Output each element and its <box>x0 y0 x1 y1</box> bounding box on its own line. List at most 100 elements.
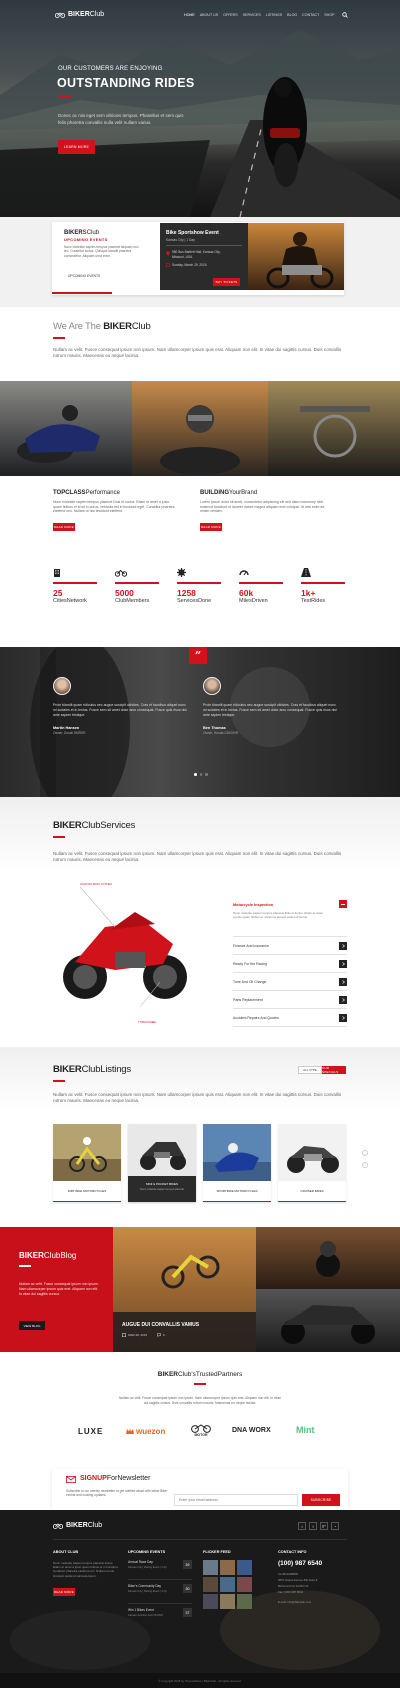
footer-bottom-bar: © Copyright 2015 by ThemeWinter | BikerC… <box>0 1673 400 1688</box>
nav-shop[interactable]: SHOP <box>324 13 334 17</box>
minus-icon <box>341 903 345 905</box>
blog-view-button[interactable]: VIEW BLOG <box>19 1321 45 1330</box>
nav-contact[interactable]: CONTACT <box>302 13 319 17</box>
services-title: BIKERClubServices <box>53 820 135 831</box>
event-card-addr1: 980 Bus Bartlett Hall, Kansas City, <box>172 250 221 254</box>
listing-card-featured[interactable]: MINI & POCKET BIKES Nunc molestie sapien… <box>128 1124 196 1202</box>
flickr-grid <box>203 1560 252 1609</box>
listing-label: SPORTBIKE MOTORCYCLES <box>216 1189 258 1193</box>
blog-post-comments: 6 <box>163 1333 165 1337</box>
facebook-icon[interactable]: f <box>309 1522 317 1530</box>
twitter-icon[interactable]: t <box>298 1522 306 1530</box>
feature-2-read-more-button[interactable]: READ MORE <box>200 523 222 532</box>
footer-event-item[interactable]: Annual Race Day Kansas City | Racing Eve… <box>128 1560 192 1580</box>
accordion-toggle-button[interactable] <box>339 1014 347 1022</box>
listing-card[interactable]: CRUISER BIKES <box>278 1124 346 1202</box>
search-icon[interactable] <box>342 12 348 18</box>
accordion-item[interactable]: Ready For the Racing <box>233 955 347 973</box>
nav-services[interactable]: SERVICES <box>243 13 261 17</box>
feature-1-text: Nunc molestie sapien tempus placerat Dui… <box>53 500 175 514</box>
blog-post-image-2 <box>256 1227 400 1289</box>
listings-tabs: ALL TYPE OUR SPECIALS <box>298 1066 346 1074</box>
event-rider-image <box>248 223 344 290</box>
accordion-active-item[interactable]: Motorcycle Inspection Nunc molestie sapi… <box>233 900 347 937</box>
nav-home[interactable]: HOME <box>184 13 195 17</box>
accordion-item[interactable]: Tune And Oil Change <box>233 973 347 991</box>
stat-services-num: 1258 <box>177 588 196 598</box>
pager-dot[interactable] <box>199 773 202 776</box>
building-icon <box>54 569 60 577</box>
about-title-pre: We Are The <box>53 321 104 332</box>
footer-logo[interactable]: BIKERClub <box>53 1522 102 1529</box>
crown-icon <box>126 1428 134 1434</box>
bike-logo-icon <box>55 12 65 18</box>
events-subtitle: UPCOMING EVENTS <box>64 237 108 242</box>
footer-flickr-title: FLICKER FEED <box>203 1550 231 1554</box>
listing-card[interactable]: SPORTBIKE MOTORCYCLES <box>203 1124 271 1202</box>
accordion-toggle-button[interactable] <box>339 996 347 1004</box>
partner-logo-dnaworx[interactable]: DNA WORX <box>232 1427 271 1434</box>
testimonial-1-name: Martin Hansen <box>53 726 80 730</box>
accordion-item[interactable]: Accident Repairs And Quotes <box>233 1009 347 1027</box>
footer-email[interactable]: E-mail: info@bikeclub.com <box>278 1600 348 1604</box>
about-gallery <box>0 381 400 476</box>
event-card-addr2: Missouri, USA <box>172 255 193 259</box>
footer-contact: CONTACT INFO (100) 987 6540 CLUB HARBOR … <box>278 1550 348 1604</box>
listings-prev-button[interactable] <box>362 1150 368 1156</box>
gear-icon <box>177 568 186 577</box>
footer-event-item[interactable]: Win 1 Bikes Event Kansas Junction April … <box>128 1608 192 1628</box>
events-link[interactable]: UPCOMING EVENTS <box>68 274 100 278</box>
footer-read-more-button[interactable]: READ MORE <box>53 1587 75 1596</box>
services-text: Nullam ac velit. Fusce consequat ipsum n… <box>53 851 342 862</box>
feature-1-light: Performance <box>85 490 120 496</box>
feature-1-read-more-button[interactable]: READ MORE <box>53 523 75 532</box>
tab-all-type[interactable]: ALL TYPE <box>298 1066 322 1074</box>
nav-listings[interactable]: LISTINGS <box>266 13 282 17</box>
footer-phone[interactable]: (100) 987 6540 <box>278 1560 348 1567</box>
accordion-item[interactable]: Finance And Insurance <box>233 937 347 955</box>
partner-logo-motor[interactable]: MOTOR <box>190 1424 212 1437</box>
event-card-sub: Kansas City | 1 Day <box>166 238 195 242</box>
flickr-thumb <box>203 1594 218 1609</box>
pager-dot[interactable] <box>194 773 197 776</box>
stat-services-label: ServicesDone <box>177 598 212 604</box>
footer-events-title: UPCOMING EVENTS <box>128 1550 166 1554</box>
footer-event-item[interactable]: Biker's Community Day Kansas City | Raci… <box>128 1584 192 1604</box>
bike-icon <box>115 569 127 577</box>
hero-learn-more-button[interactable]: LEARN MORE <box>58 140 95 154</box>
newsletter-subscribe-button[interactable]: SUBSCRIBE <box>302 1494 340 1506</box>
rss-icon[interactable]: ◔ <box>331 1522 339 1530</box>
newsletter-title-bold: SIGNUP <box>80 1475 107 1482</box>
nav-offers[interactable]: OFFERS <box>223 13 238 17</box>
about-underline <box>53 337 65 339</box>
accordion-toggle-button[interactable] <box>339 900 347 908</box>
blog-post-title[interactable]: AUGUE DUI CONVALLIS VAMUS <box>122 1322 199 1328</box>
events-text: Nunc molestie sapien tempus placerat ali… <box>64 245 139 258</box>
nav-about[interactable]: ABOUT US <box>200 13 218 17</box>
accordion-toggle-button[interactable] <box>339 978 347 986</box>
partner-logo-luxe[interactable]: LUXE <box>78 1427 103 1436</box>
chevron-right-icon <box>341 962 345 966</box>
accordion-toggle-button[interactable] <box>339 942 347 950</box>
accordion-toggle-button[interactable] <box>339 960 347 968</box>
logo[interactable]: BIKERClub <box>55 11 104 18</box>
tab-our-specials[interactable]: OUR SPECIALS <box>322 1066 346 1074</box>
listing-image <box>278 1124 346 1181</box>
road-icon <box>301 568 311 577</box>
accordion-item[interactable]: Parts Replacement <box>233 991 347 1009</box>
footer-event-day: 30 <box>183 1584 192 1593</box>
listings-next-button[interactable] <box>362 1162 368 1168</box>
google-plus-icon[interactable]: g+ <box>320 1522 328 1530</box>
pager-dot[interactable] <box>205 773 208 776</box>
about-title-post: Club <box>131 321 151 332</box>
accordion-item-label: Ready For the Racing <box>233 961 268 966</box>
nav-blog[interactable]: BLOG <box>287 13 297 17</box>
newsletter-email-input[interactable] <box>174 1494 298 1506</box>
about-title: We Are The BIKERClub <box>53 321 151 332</box>
partner-logo-wuezon[interactable]: wuezon <box>126 1427 165 1436</box>
feature-1-bold: TOPCLASS <box>53 490 86 496</box>
event-buy-tickets-button[interactable]: BUY TICKETS <box>213 278 240 286</box>
feature-2: BUILDINGYourBrand Lorem ipsum dolor sit … <box>200 490 340 532</box>
partner-logo-mint[interactable]: Mint <box>296 1425 315 1435</box>
listing-card[interactable]: DIRT BIKE MOTORCYCLES <box>53 1124 121 1202</box>
